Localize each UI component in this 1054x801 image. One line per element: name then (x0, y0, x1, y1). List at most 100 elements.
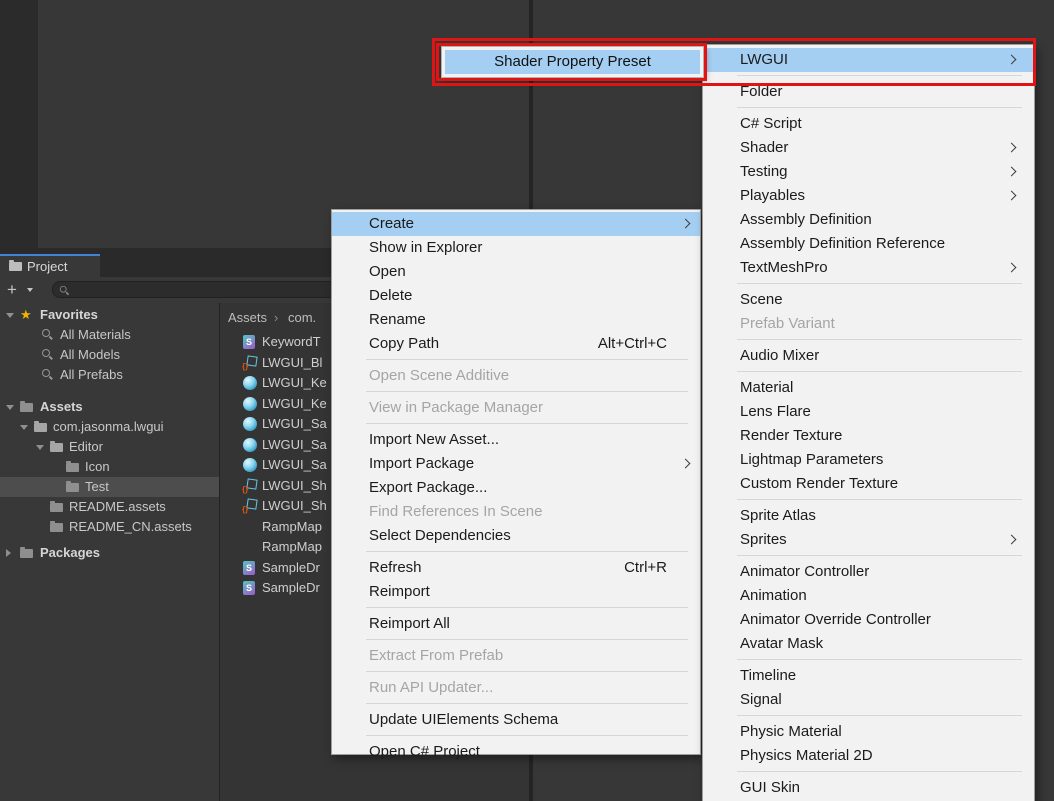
menu-item-extract-from-prefab: Extract From Prefab (332, 644, 700, 668)
expander-collapse-icon[interactable] (6, 405, 14, 414)
menu-item-c-script[interactable]: C# Script (703, 112, 1034, 136)
tree-item-label: README_CN.assets (69, 517, 192, 537)
tree-item-editor[interactable]: Editor (0, 437, 219, 457)
menu-item-delete[interactable]: Delete (332, 284, 700, 308)
unity-editor-screenshot: Project + ★FavoritesAll MaterialsAll Mod… (0, 0, 1054, 801)
menu-item-material[interactable]: Material (703, 376, 1034, 400)
menu-separator (737, 107, 1022, 108)
menu-separator (737, 499, 1022, 500)
menu-item-label: Delete (369, 287, 412, 304)
menu-item-label: Custom Render Texture (740, 475, 898, 492)
menu-item-physics-material-2d[interactable]: Physics Material 2D (703, 744, 1034, 768)
tree-item-readme-cn-assets[interactable]: README_CN.assets (0, 517, 219, 537)
preset-submenu: Shader Property Preset (441, 46, 704, 78)
menu-item-update-uielements-schema[interactable]: Update UIElements Schema (332, 708, 700, 732)
breadcrumb-current[interactable]: com. (288, 308, 316, 328)
menu-item-assembly-definition-reference[interactable]: Assembly Definition Reference (703, 232, 1034, 256)
menu-item-folder[interactable]: Folder (703, 80, 1034, 104)
expander-collapse-icon[interactable] (20, 425, 28, 434)
expander-collapse-icon[interactable] (6, 313, 14, 322)
add-asset-dropdown-caret-icon[interactable] (27, 288, 33, 295)
breadcrumb-root[interactable]: Assets (228, 308, 267, 328)
menu-item-label: Assembly Definition (740, 211, 872, 228)
menu-item-custom-render-texture[interactable]: Custom Render Texture (703, 472, 1034, 496)
tree-item-favorites[interactable]: ★Favorites (0, 305, 219, 325)
tree-item-icon[interactable]: Icon (0, 457, 219, 477)
menu-item-label: Create (369, 215, 414, 232)
menu-separator (366, 391, 688, 392)
menu-item-run-api-updater: Run API Updater... (332, 676, 700, 700)
tree-item-all-prefabs[interactable]: All Prefabs (0, 365, 219, 385)
menu-item-reimport[interactable]: Reimport (332, 580, 700, 604)
menu-item-audio-mixer[interactable]: Audio Mixer (703, 344, 1034, 368)
tree-item-assets[interactable]: Assets (0, 397, 219, 417)
tree-item-test[interactable]: Test (0, 477, 219, 497)
menu-item-lens-flare[interactable]: Lens Flare (703, 400, 1034, 424)
folder-open-icon (50, 443, 63, 452)
menu-item-physic-material[interactable]: Physic Material (703, 720, 1034, 744)
menu-item-gui-skin[interactable]: GUI Skin (703, 776, 1034, 800)
menu-item-timeline[interactable]: Timeline (703, 664, 1034, 688)
menu-item-import-package[interactable]: Import Package (332, 452, 700, 476)
menu-item-label: Folder (740, 83, 783, 100)
material-asset-icon (243, 458, 257, 472)
menu-item-shader[interactable]: Shader (703, 136, 1034, 160)
expander-collapse-icon[interactable] (36, 445, 44, 454)
menu-item-label: Show in Explorer (369, 239, 482, 256)
menu-item-avatar-mask[interactable]: Avatar Mask (703, 632, 1034, 656)
menu-item-import-new-asset[interactable]: Import New Asset... (332, 428, 700, 452)
menu-item-label: Animator Controller (740, 563, 869, 580)
tree-item-com-jasonma-lwgui[interactable]: com.jasonma.lwgui (0, 417, 219, 437)
menu-item-playables[interactable]: Playables (703, 184, 1034, 208)
menu-item-animation[interactable]: Animation (703, 584, 1034, 608)
menu-item-label: Render Texture (740, 427, 842, 444)
submenu-chevron-icon (681, 219, 691, 229)
add-asset-button[interactable]: + (7, 279, 17, 301)
tree-item-all-materials[interactable]: All Materials (0, 325, 219, 345)
tree-item-all-models[interactable]: All Models (0, 345, 219, 365)
tab-project[interactable]: Project (0, 254, 100, 277)
tree-item-label: Packages (40, 543, 100, 563)
menu-item-rename[interactable]: Rename (332, 308, 700, 332)
menu-item-refresh[interactable]: RefreshCtrl+R (332, 556, 700, 580)
menu-item-sprite-atlas[interactable]: Sprite Atlas (703, 504, 1034, 528)
tree-item-label: Assets (40, 397, 83, 417)
menu-item-open-c-project[interactable]: Open C# Project (332, 740, 700, 764)
menu-item-label: Physics Material 2D (740, 747, 873, 764)
menu-item-copy-path[interactable]: Copy PathAlt+Ctrl+C (332, 332, 700, 356)
tree-item-readme-assets[interactable]: README.assets (0, 497, 219, 517)
breadcrumb-chevron-icon: › (274, 308, 278, 328)
expander-expand-icon[interactable] (6, 549, 15, 557)
menu-item-label: Run API Updater... (369, 679, 493, 696)
menu-item-export-package[interactable]: Export Package... (332, 476, 700, 500)
menu-item-testing[interactable]: Testing (703, 160, 1034, 184)
menu-item-show-in-explorer[interactable]: Show in Explorer (332, 236, 700, 260)
menu-item-lwgui[interactable]: LWGUI (703, 48, 1034, 72)
menu-item-open[interactable]: Open (332, 260, 700, 284)
asset-item-label: LWGUI_Sa (262, 455, 327, 475)
tree-item-packages[interactable]: Packages (0, 543, 219, 563)
menu-item-lightmap-parameters[interactable]: Lightmap Parameters (703, 448, 1034, 472)
menu-item-shader-property-preset[interactable]: Shader Property Preset (445, 50, 700, 74)
menu-item-label: GUI Skin (740, 779, 800, 796)
tree-item-label: Test (85, 477, 109, 497)
menu-item-create[interactable]: Create (332, 212, 700, 236)
tree-item-label: Editor (69, 437, 103, 457)
menu-item-textmeshpro[interactable]: TextMeshPro (703, 256, 1034, 280)
script-asset-icon (243, 581, 255, 595)
menu-item-label: Refresh (369, 559, 422, 576)
menu-item-assembly-definition[interactable]: Assembly Definition (703, 208, 1034, 232)
menu-item-label: Open Scene Additive (369, 367, 509, 384)
menu-item-label: Find References In Scene (369, 503, 542, 520)
menu-item-render-texture[interactable]: Render Texture (703, 424, 1034, 448)
material-asset-icon (243, 397, 257, 411)
menu-item-select-dependencies[interactable]: Select Dependencies (332, 524, 700, 548)
menu-item-scene[interactable]: Scene (703, 288, 1034, 312)
menu-item-label: Audio Mixer (740, 347, 819, 364)
menu-item-animator-controller[interactable]: Animator Controller (703, 560, 1034, 584)
material-asset-icon (243, 438, 257, 452)
menu-item-signal[interactable]: Signal (703, 688, 1034, 712)
menu-item-reimport-all[interactable]: Reimport All (332, 612, 700, 636)
menu-item-animator-override-controller[interactable]: Animator Override Controller (703, 608, 1034, 632)
menu-item-sprites[interactable]: Sprites (703, 528, 1034, 552)
